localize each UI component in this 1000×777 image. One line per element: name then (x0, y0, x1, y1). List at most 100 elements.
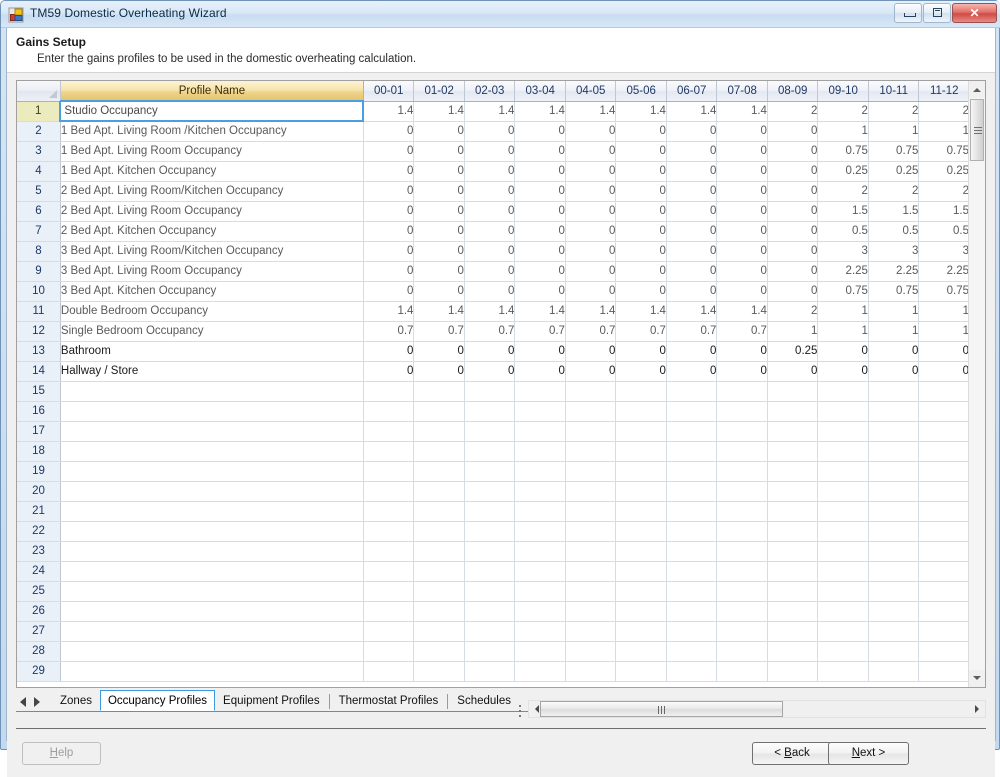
minimize-button[interactable] (894, 3, 922, 23)
cell-hour-04-05[interactable]: 0 (565, 141, 617, 162)
row-header-29[interactable]: 29 (17, 661, 61, 682)
cell-hour-05-06[interactable]: 0 (615, 141, 667, 162)
help-button[interactable]: Help (22, 742, 101, 765)
cell-hour-09-10[interactable] (817, 601, 869, 622)
cell-hour-00-01[interactable]: 0 (363, 201, 415, 222)
cell-hour-06-07[interactable] (666, 601, 718, 622)
cell-hour-01-02[interactable]: 0 (413, 361, 465, 382)
cell-profile-name[interactable] (60, 541, 364, 562)
cell-hour-02-03[interactable]: 0 (464, 161, 516, 182)
cell-hour-00-01[interactable] (363, 521, 415, 542)
table-row[interactable]: 41 Bed Apt. Kitchen Occupancy 0 0 0 0 0 0 0 0 0 0.… (17, 161, 970, 182)
cell-hour-06-07[interactable] (666, 661, 718, 682)
cell-hour-06-07[interactable] (666, 561, 718, 582)
cell-hour-11-12[interactable] (918, 661, 970, 682)
cell-hour-04-05[interactable]: 0 (565, 181, 617, 202)
cell-hour-03-04[interactable]: 0 (514, 201, 566, 222)
cell-hour-01-02[interactable]: 0 (413, 241, 465, 262)
cell-hour-07-08[interactable]: 0 (716, 261, 768, 282)
cell-hour-06-07[interactable]: 0.7 (666, 321, 718, 342)
cell-hour-00-01[interactable]: 0 (363, 221, 415, 242)
cell-hour-01-02[interactable] (413, 541, 465, 562)
cell-hour-00-01[interactable] (363, 641, 415, 662)
row-header-5[interactable]: 5 (17, 181, 61, 202)
cell-hour-06-07[interactable]: 0 (666, 201, 718, 222)
table-row[interactable]: 29 (17, 661, 970, 682)
cell-profile-name[interactable] (60, 421, 364, 442)
cell-hour-05-06[interactable]: 0.7 (615, 321, 667, 342)
cell-hour-08-09[interactable] (767, 621, 819, 642)
cell-hour-10-11[interactable]: 0.75 (868, 281, 920, 302)
cell-hour-03-04[interactable] (514, 661, 566, 682)
table-row[interactable]: 83 Bed Apt. Living Room/Kitchen Occupanc… (17, 241, 970, 262)
cell-hour-04-05[interactable] (565, 481, 617, 502)
cell-hour-09-10[interactable]: 1.5 (817, 201, 869, 222)
table-row[interactable]: 19 (17, 461, 970, 482)
cell-hour-10-11[interactable]: 1 (868, 301, 920, 322)
cell-hour-04-05[interactable]: 0 (565, 261, 617, 282)
cell-hour-07-08[interactable] (716, 621, 768, 642)
cell-hour-05-06[interactable] (615, 481, 667, 502)
column-header-hour-04-05[interactable]: 04-05 (565, 81, 617, 102)
tab-prev-arrow-icon[interactable] (20, 697, 26, 707)
cell-hour-06-07[interactable]: 0 (666, 121, 718, 142)
row-header-26[interactable]: 26 (17, 601, 61, 622)
cell-hour-05-06[interactable]: 0 (615, 261, 667, 282)
horizontal-scroll-thumb[interactable] (540, 701, 783, 717)
row-header-7[interactable]: 7 (17, 221, 61, 242)
cell-hour-02-03[interactable]: 0 (464, 361, 516, 382)
table-row[interactable]: 17 (17, 421, 970, 442)
cell-hour-11-12[interactable]: 0.75 (918, 281, 970, 302)
tab-thermostat-profiles[interactable]: Thermostat Profiles (331, 690, 447, 711)
cell-hour-06-07[interactable] (666, 621, 718, 642)
cell-hour-01-02[interactable] (413, 601, 465, 622)
cell-hour-11-12[interactable] (918, 641, 970, 662)
cell-hour-03-04[interactable] (514, 501, 566, 522)
cell-hour-02-03[interactable] (464, 641, 516, 662)
cell-hour-04-05[interactable] (565, 521, 617, 542)
cell-hour-10-11[interactable] (868, 541, 920, 562)
cell-hour-08-09[interactable] (767, 461, 819, 482)
cell-hour-11-12[interactable] (918, 441, 970, 462)
cell-hour-04-05[interactable]: 1.4 (565, 101, 617, 122)
cell-hour-02-03[interactable] (464, 581, 516, 602)
cell-hour-09-10[interactable] (817, 441, 869, 462)
table-row[interactable]: 21 Bed Apt. Living Room /Kitchen Occupan… (17, 121, 970, 142)
cell-hour-07-08[interactable] (716, 461, 768, 482)
cell-hour-10-11[interactable]: 1.5 (868, 201, 920, 222)
cell-hour-08-09[interactable]: 0 (767, 361, 819, 382)
cell-hour-00-01[interactable]: 1.4 (363, 101, 415, 122)
cell-hour-00-01[interactable] (363, 461, 415, 482)
cell-hour-10-11[interactable] (868, 641, 920, 662)
cell-hour-00-01[interactable] (363, 441, 415, 462)
table-row[interactable]: 28 (17, 641, 970, 662)
cell-hour-08-09[interactable] (767, 381, 819, 402)
cell-hour-10-11[interactable] (868, 661, 920, 682)
cell-hour-08-09[interactable] (767, 641, 819, 662)
next-button[interactable]: Next > (828, 742, 909, 765)
cell-hour-04-05[interactable]: 0 (565, 241, 617, 262)
cell-hour-02-03[interactable]: 0 (464, 281, 516, 302)
cell-hour-00-01[interactable] (363, 381, 415, 402)
cell-profile-name[interactable] (60, 601, 364, 622)
row-header-18[interactable]: 18 (17, 441, 61, 462)
row-header-16[interactable]: 16 (17, 401, 61, 422)
cell-hour-09-10[interactable] (817, 561, 869, 582)
cell-hour-05-06[interactable]: 1.4 (615, 101, 667, 122)
cell-hour-07-08[interactable] (716, 601, 768, 622)
cell-hour-02-03[interactable]: 0 (464, 121, 516, 142)
cell-hour-02-03[interactable] (464, 441, 516, 462)
cell-hour-00-01[interactable] (363, 621, 415, 642)
cell-hour-00-01[interactable] (363, 481, 415, 502)
cell-profile-name[interactable]: 3 Bed Apt. Kitchen Occupancy (60, 281, 364, 302)
cell-hour-01-02[interactable] (413, 501, 465, 522)
cell-hour-09-10[interactable]: 2 (817, 101, 869, 122)
cell-hour-01-02[interactable]: 0 (413, 341, 465, 362)
cell-hour-09-10[interactable] (817, 581, 869, 602)
cell-hour-03-04[interactable] (514, 621, 566, 642)
cell-hour-02-03[interactable] (464, 421, 516, 442)
horizontal-scrollbar[interactable] (528, 700, 986, 718)
cell-hour-11-12[interactable] (918, 481, 970, 502)
cell-hour-10-11[interactable]: 2 (868, 101, 920, 122)
cell-hour-07-08[interactable] (716, 441, 768, 462)
